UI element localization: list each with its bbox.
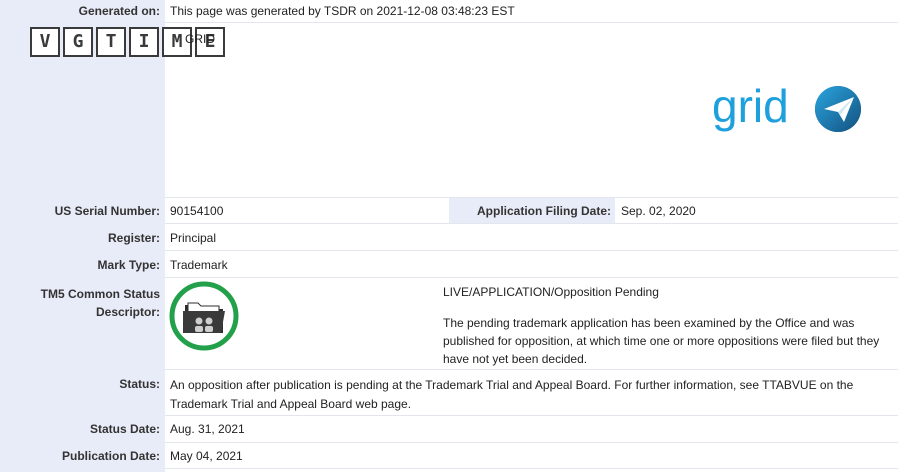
status-label: Status: [119, 377, 160, 391]
row-divider [165, 369, 898, 370]
tm5-description: The pending trademark application has be… [443, 316, 880, 366]
row-divider [165, 22, 898, 23]
pub-date-label: Publication Date: [61, 449, 160, 463]
watermark-letter: G [63, 27, 93, 57]
tm5-label-line2: Descriptor: [95, 305, 160, 319]
mark-label-fragment: GRID [185, 32, 215, 46]
filing-label: Application Filing Date: [477, 204, 611, 218]
row-divider [165, 250, 898, 251]
tm5-label-line1: TM5 Common Status [40, 287, 160, 301]
pub-date-value: May 04, 2021 [170, 449, 243, 463]
grid-logo-text: grid [712, 82, 789, 132]
folder-icon [183, 302, 225, 333]
filing-value: Sep. 02, 2020 [621, 204, 696, 218]
watermark-letter: I [129, 27, 159, 57]
status-date-value: Aug. 31, 2021 [170, 422, 245, 436]
tm5-status-text: LIVE/APPLICATION/Opposition Pending [443, 285, 659, 299]
row-divider [165, 277, 898, 278]
serial-value: 90154100 [170, 204, 224, 218]
status-value: An opposition after publication is pendi… [170, 378, 854, 411]
row-divider [165, 223, 898, 224]
row-divider [165, 415, 898, 416]
watermark-letter: V [30, 27, 60, 57]
register-value: Principal [170, 231, 217, 245]
tm5-label: TM5 Common Status Descriptor: [0, 285, 160, 321]
mark-image: grid [712, 80, 872, 138]
status-date-label: Status Date: [89, 422, 160, 436]
row-divider [165, 468, 898, 469]
marktype-label: Mark Type: [97, 258, 160, 272]
row-divider [165, 442, 898, 443]
watermark-letter: T [96, 27, 126, 57]
paper-plane-icon [815, 86, 861, 132]
tm5-status-icon [169, 281, 239, 351]
register-label: Register: [107, 231, 160, 245]
generated-value: This page was generated by TSDR on 2021-… [170, 4, 515, 18]
marktype-value: Trademark [170, 258, 228, 272]
generated-label: Generated on: [78, 4, 160, 18]
serial-label: US Serial Number: [54, 204, 160, 218]
